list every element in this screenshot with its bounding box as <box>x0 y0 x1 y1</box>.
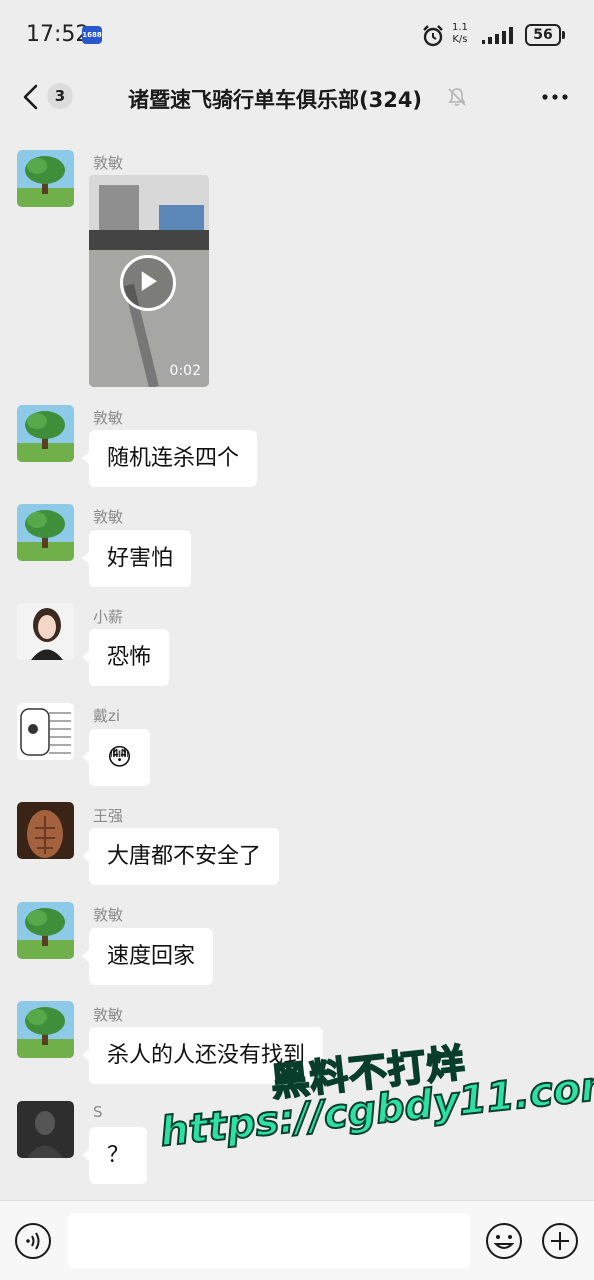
message-bubble[interactable]: 好害怕 <box>81 530 192 587</box>
dark-avatar[interactable] <box>17 1101 74 1158</box>
play-icon[interactable] <box>120 255 176 311</box>
signal-icon <box>482 27 513 44</box>
chat-title: 诸暨速飞骑行单车俱乐部(324) <box>128 88 423 112</box>
message-bubble[interactable]: 速度回家 <box>81 928 214 985</box>
net-speed-value: 1.1 <box>452 22 468 33</box>
message-bubble[interactable]: 大唐都不安全了 <box>81 828 280 885</box>
message-bubble[interactable]: 恐怖 <box>81 629 170 686</box>
message-bubble[interactable]: 随机连杀四个 <box>81 430 258 487</box>
message-bubble[interactable]: ？ <box>81 1127 148 1184</box>
more-icon[interactable] <box>540 86 570 108</box>
status-bar: 17:52 1688 1.1 K/s 56 <box>0 0 594 70</box>
sender-name: 敦敏 <box>93 508 124 526</box>
net-speed-unit: K/s <box>452 34 468 45</box>
sender-name: 敦敏 <box>93 906 124 924</box>
mute-icon <box>448 88 466 106</box>
battery-tip <box>562 31 565 39</box>
message-input[interactable] <box>68 1213 470 1269</box>
battery-indicator: 56 <box>525 24 561 46</box>
tree-avatar[interactable] <box>17 902 74 959</box>
chat-header: 3 诸暨速飞骑行单车俱乐部(324) <box>0 70 594 130</box>
voice-icon[interactable] <box>14 1222 52 1260</box>
app-notification-icon: 1688 <box>82 26 102 44</box>
tree-avatar[interactable] <box>17 405 74 462</box>
message-bubble[interactable]: 😳 <box>81 729 151 786</box>
plus-icon[interactable] <box>541 1222 579 1260</box>
sender-name: 王强 <box>93 807 124 825</box>
emoji-icon[interactable] <box>485 1222 523 1260</box>
sender-name: 敦敏 <box>93 409 124 427</box>
status-time: 17:52 <box>26 22 90 47</box>
tree-avatar[interactable] <box>17 1001 74 1058</box>
sender-name: 戴zi <box>93 707 121 725</box>
sender-name: 小薪 <box>93 608 124 626</box>
tree-avatar[interactable] <box>17 150 74 207</box>
alarm-icon <box>423 25 443 47</box>
unread-count-badge[interactable]: 3 <box>47 83 73 109</box>
tree-avatar[interactable] <box>17 504 74 561</box>
cell-diagram-avatar[interactable] <box>17 703 74 760</box>
net-speed: 1.1 K/s <box>452 22 468 46</box>
sender-name: 敦敏 <box>93 154 124 172</box>
sender-name: S <box>93 1103 103 1121</box>
sender-name: 敦敏 <box>93 1006 124 1024</box>
video-duration: 0:02 <box>169 363 201 379</box>
abs-avatar[interactable] <box>17 802 74 859</box>
woman-avatar[interactable] <box>17 603 74 660</box>
input-bar <box>0 1200 594 1280</box>
back-icon[interactable] <box>16 82 46 112</box>
video-message[interactable]: 0:02 <box>89 175 209 387</box>
